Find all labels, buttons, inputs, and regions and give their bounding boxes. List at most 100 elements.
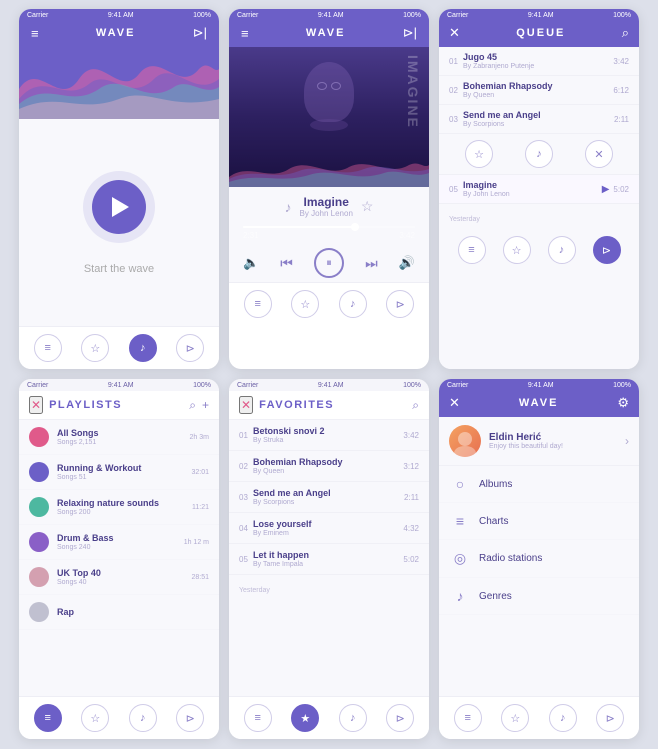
menu-item-genres[interactable]: ♪ Genres [439,578,639,615]
nav-star-4[interactable]: ☆ [81,704,109,732]
queue-search-button[interactable]: ⌕ [622,25,629,41]
pl-dur-4: 28:51 [191,574,209,581]
fav-artist-1: By Queen [253,468,403,475]
queue-item-2[interactable]: 02 Bohemian Rhapsody By Queen 6:12 [439,76,639,105]
nav-menu-2[interactable]: ≡ [244,290,272,318]
yday-cast[interactable]: ⊳ [593,236,621,264]
nav-star-2[interactable]: ☆ [291,290,319,318]
queue-action-music[interactable]: ♪ [525,140,553,168]
battery-4: 100% [193,382,211,389]
radio-icon: ◎ [451,550,469,567]
nav-music-5[interactable]: ♪ [339,704,367,732]
wave-menu-gear[interactable]: ⚙ [617,395,629,411]
pl-dot-5 [29,602,49,622]
playlist-item-3[interactable]: Drum & Bass Songs 240 1h 12 m [19,525,219,560]
yday-menu[interactable]: ≡ [458,236,486,264]
wave-menu-close[interactable]: ✕ [449,395,460,411]
volume-up-icon[interactable]: 🔊 [399,255,415,271]
queue-action-star[interactable]: ☆ [465,140,493,168]
np-song-info: ♪ Imagine By John Lenon ☆ [229,187,429,222]
cast-button-1[interactable]: ⊳| [191,25,209,41]
battery-1: 100% [193,12,211,19]
pl-name-2: Relaxing nature sounds [57,498,192,508]
fav-num-2: 03 [239,493,253,502]
playlist-item-1[interactable]: Running & Workout Songs 51 32:01 [19,455,219,490]
user-row[interactable]: Eldin Herić Enjoy this beautiful day! › [439,417,639,466]
nav-star-6[interactable]: ☆ [501,704,529,732]
nav-menu-6[interactable]: ≡ [454,704,482,732]
fav-dur-4: 5:02 [403,555,419,564]
fav-item-2[interactable]: 03 Send me an Angel By Scorpions 2:11 [229,482,429,513]
nav-cast-6[interactable]: ⊳ [596,704,624,732]
menu-item-albums[interactable]: ○ Albums [439,466,639,503]
playlist-item-2[interactable]: Relaxing nature sounds Songs 200 11:21 [19,490,219,525]
nav-menu-5[interactable]: ≡ [244,704,272,732]
nav-star-5[interactable]: ★ [291,704,319,732]
time-4: 9:41 AM [108,382,134,389]
fav-item-0[interactable]: 01 Betonski snovi 2 By Struka 3:42 [229,420,429,451]
playlists-close[interactable]: ✕ [29,396,43,414]
menu-label-charts: Charts [479,516,508,527]
fav-item-4[interactable]: 05 Let it happen By Tame Impala 5:02 [229,544,429,575]
nav-cast-4[interactable]: ⊳ [176,704,204,732]
q-num-2: 02 [449,86,463,95]
time-6: 9:41 AM [528,382,554,389]
np-fav-icon[interactable]: ☆ [361,198,374,215]
playlist-item-5[interactable]: Rap [19,595,219,630]
play-button-home[interactable] [92,180,146,234]
prev-button[interactable]: ⏮ [280,255,293,272]
queue-item-3[interactable]: 03 Send me an Angel By Scorpions 2:11 [439,105,639,134]
q-title-1: Jugo 45 [463,52,613,62]
q-artist-2: By Queen [463,92,613,99]
progress-handle[interactable] [351,223,359,231]
playlists-search-btn[interactable]: ⌕ [189,398,196,413]
queue-title: QUEUE [516,27,565,39]
yday-star[interactable]: ☆ [503,236,531,264]
progress-times: 2:31 3:42 [243,231,415,240]
yesterday-label: Yesterday [449,216,480,223]
pl-dur-2: 11:21 [192,504,209,511]
playlist-item-4[interactable]: UK Top 40 Songs 40 28:51 [19,560,219,595]
q-info-3: Send me an Angel By Scorpions [463,110,614,128]
q-info-1: Jugo 45 By Zabranjeno Putenje [463,52,613,70]
nav-cast-5[interactable]: ⊳ [386,704,414,732]
nav-cast-2[interactable]: ⊳ [386,290,414,318]
nav-menu-4[interactable]: ≡ [34,704,62,732]
pl-meta-2: Songs 200 [57,509,192,516]
next-button[interactable]: ⏭ [365,255,378,272]
playlist-item-0[interactable]: All Songs Songs 2,151 2h 3m [19,420,219,455]
queue-item-1[interactable]: 01 Jugo 45 By Zabranjeno Putenje 3:42 [439,47,639,76]
menu-item-charts[interactable]: ≡ Charts [439,503,639,540]
menu-button-1[interactable]: ≡ [29,26,41,41]
status-bar-1: Carrier 9:41 AM 100% [19,9,219,21]
fav-item-3[interactable]: 04 Lose yourself By Eminem 4:32 [229,513,429,544]
pl-dur-3: 1h 12 m [184,539,209,546]
yday-music[interactable]: ♪ [548,236,576,264]
playlists-add-btn[interactable]: + [202,398,209,413]
carrier-5: Carrier [237,382,258,389]
queue-close-button[interactable]: ✕ [449,25,460,41]
volume-icon[interactable]: 🔈 [243,255,259,271]
nav-music-4[interactable]: ♪ [129,704,157,732]
nav-music-2[interactable]: ♪ [339,290,367,318]
np-menu-button[interactable]: ≡ [239,26,251,41]
nav-menu-1[interactable]: ≡ [34,334,62,362]
carrier-4: Carrier [27,382,48,389]
queue-action-close[interactable]: ✕ [585,140,613,168]
favorites-close[interactable]: ✕ [239,396,253,414]
queue-item-5[interactable]: 05 Imagine By John Lenon ▶ 5:02 [439,175,639,204]
nav-music-6[interactable]: ♪ [549,704,577,732]
pause-button[interactable]: ⏸ [314,248,344,278]
fav-item-1[interactable]: 02 Bohemian Rhapsody By Queen 3:12 [229,451,429,482]
total-time: 3:42 [399,231,415,240]
battery-6: 100% [613,382,631,389]
nav-music-1[interactable]: ♪ [129,334,157,362]
nav-star-1[interactable]: ☆ [81,334,109,362]
menu-item-radio[interactable]: ◎ Radio stations [439,540,639,578]
np-cast-button[interactable]: ⊳| [401,25,419,41]
progress-track[interactable] [243,226,415,228]
fav-artist-3: By Eminem [253,530,403,537]
carrier-3: Carrier [447,12,468,19]
favorites-search-btn[interactable]: ⌕ [412,398,419,413]
nav-cast-1[interactable]: ⊳ [176,334,204,362]
